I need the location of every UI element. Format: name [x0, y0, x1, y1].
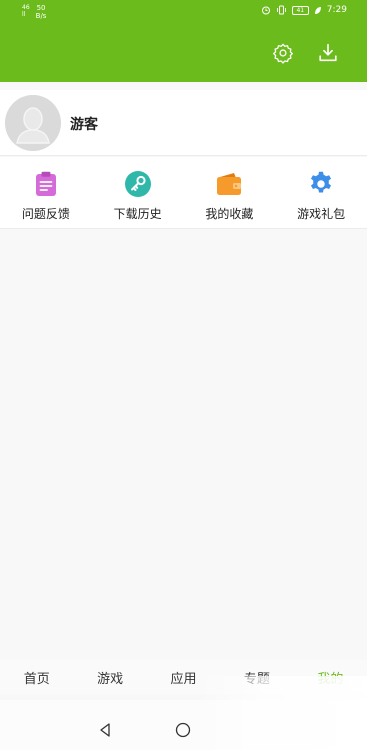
- shortcut-label: 问题反馈: [21, 207, 70, 221]
- tab-home[interactable]: 首页: [0, 660, 73, 694]
- home-icon[interactable]: [175, 722, 191, 738]
- shortcut-download-history[interactable]: 下载历史: [92, 157, 184, 228]
- system-nav-bar: [0, 700, 367, 750]
- shortcut-gift-packs[interactable]: 游戏礼包: [275, 157, 367, 228]
- status-left: 46 ll 50 B/s: [22, 4, 46, 20]
- tab-topics[interactable]: 专题: [220, 660, 293, 694]
- shortcut-grid: 问题反馈 下载历史 我的收藏 游戏礼包: [0, 157, 367, 229]
- user-placeholder-icon: [5, 95, 61, 151]
- alarm-icon: [261, 6, 270, 15]
- settings-button[interactable]: [270, 40, 296, 66]
- download-icon: [319, 43, 337, 62]
- tab-games[interactable]: 游戏: [73, 660, 146, 694]
- user-profile[interactable]: 游客: [0, 90, 367, 156]
- leaf-icon: [314, 6, 321, 14]
- tab-mine[interactable]: 我的: [294, 660, 367, 694]
- avatar[interactable]: [5, 95, 61, 151]
- shortcut-label: 下载历史: [113, 207, 162, 221]
- status-bar: 46 ll 50 B/s 41 7:29: [0, 0, 367, 24]
- shortcut-feedback[interactable]: 问题反馈: [0, 157, 92, 228]
- content-area: [0, 230, 367, 660]
- battery-indicator: 41: [291, 5, 309, 15]
- download-button[interactable]: [315, 40, 341, 66]
- status-right: 41 7:29: [261, 5, 347, 15]
- key-icon: [124, 171, 151, 197]
- vibrate-icon: [276, 5, 286, 15]
- app-header: [0, 24, 367, 82]
- shortcut-label: 我的收藏: [205, 207, 254, 221]
- signal-indicator: 46 ll: [22, 4, 30, 18]
- bottom-tab-bar: 首页 游戏 应用 专题 我的: [0, 660, 367, 694]
- network-speed: 50 B/s: [35, 4, 47, 20]
- back-icon[interactable]: [98, 722, 112, 738]
- tab-apps[interactable]: 应用: [147, 660, 220, 694]
- shortcut-favorites[interactable]: 我的收藏: [184, 157, 276, 228]
- wallet-icon: [217, 173, 242, 195]
- gear-icon: [273, 43, 293, 64]
- status-time: 7:29: [326, 5, 347, 15]
- gear-icon: [311, 171, 332, 193]
- shortcut-label: 游戏礼包: [297, 207, 346, 221]
- username: 游客: [70, 117, 98, 133]
- clipboard-icon: [35, 171, 56, 196]
